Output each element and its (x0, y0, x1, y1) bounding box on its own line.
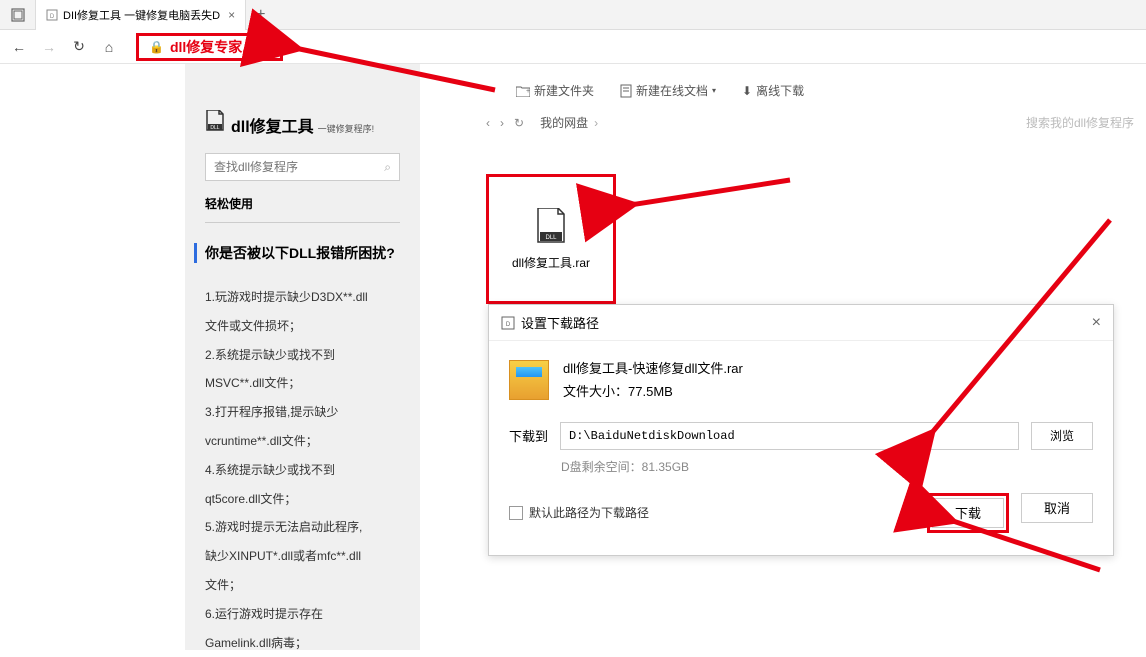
url-highlight-box: 🔒 dll修复专家.site (136, 33, 283, 61)
easy-use-heading: 轻松使用 (205, 195, 400, 223)
browser-tab[interactable]: D DII修复工具 一键修复电脑丢失D × (36, 0, 246, 30)
list-item: 1.玩游戏时提示缺少D3DX**.dll (205, 283, 400, 312)
home-button[interactable]: ⌂ (94, 32, 124, 62)
breadcrumb-path[interactable]: 我的网盘 (540, 114, 588, 131)
svg-text:D: D (50, 14, 55, 20)
logo-title: dll修复工具 (231, 113, 314, 137)
download-highlight: 下载 (927, 493, 1009, 533)
offline-download-button[interactable]: ⬇ 离线下载 (742, 82, 804, 99)
bc-back-icon[interactable]: ‹ (486, 116, 490, 130)
bc-forward-icon[interactable]: › (500, 116, 504, 130)
dialog-title: 设置下载路径 (521, 313, 599, 332)
rar-archive-icon (509, 360, 549, 400)
download-path-input[interactable] (560, 422, 1019, 450)
list-item: 文件； (205, 571, 400, 600)
dll-logo-icon: DLL (205, 110, 225, 132)
browse-button[interactable]: 浏览 (1031, 422, 1093, 450)
file-size: 77.5MB (628, 384, 673, 399)
new-doc-button[interactable]: 新建在线文档 ▾ (620, 82, 716, 99)
list-item: vcruntime**.dll文件； (205, 427, 400, 456)
list-item: 5.游戏时提示无法启动此程序, (205, 513, 400, 542)
file-name: dll修复工具.rar (512, 254, 590, 271)
dialog-file-name: dll修复工具-快速修复dll文件.rar (563, 357, 743, 380)
back-button[interactable]: ← (4, 32, 34, 62)
download-dialog: D 设置下载路径 × dll修复工具-快速修复dll文件.rar 文件大小：77… (488, 304, 1114, 556)
space-value: 81.35GB (642, 460, 689, 474)
breadcrumb-row: ‹ › ↻ 我的网盘 › 搜索我的dll修复程序 (486, 114, 1134, 131)
svg-text:+: + (526, 88, 530, 95)
search-icon[interactable]: ⌕ (384, 160, 391, 175)
folder-plus-icon: + (516, 85, 530, 97)
refresh-button[interactable]: ↻ (64, 32, 94, 62)
svg-text:DLL: DLL (545, 235, 557, 241)
default-path-label: 默认此路径为下载路径 (529, 504, 649, 521)
new-folder-button[interactable]: + 新建文件夹 (516, 82, 594, 99)
doc-icon (620, 84, 632, 98)
svg-text:D: D (506, 322, 511, 328)
lock-icon: 🔒 (149, 40, 164, 54)
search-input[interactable] (214, 160, 384, 174)
close-icon[interactable]: × (228, 8, 235, 22)
list-item: 文件或文件损坏； (205, 312, 400, 341)
question-heading: 你是否被以下DLL报错所困扰? (194, 243, 400, 263)
list-item: 缺少XINPUT*.dll或者mfc**.dll (205, 542, 400, 571)
tab-manager-icon[interactable] (0, 0, 36, 30)
breadcrumb-search[interactable]: 搜索我的dll修复程序 (1026, 114, 1134, 131)
list-item: 3.打开程序报错,提示缺少 (205, 398, 400, 427)
svg-text:DLL: DLL (210, 125, 219, 131)
new-tab-button[interactable]: + (246, 6, 275, 24)
file-item[interactable]: DLL dll修复工具.rar (486, 174, 616, 304)
list-item: qt5core.dll文件； (205, 485, 400, 514)
list-item: Gamelink.dll病毒； (205, 629, 400, 657)
rar-file-icon: DLL (536, 208, 566, 244)
file-size-label: 文件大小： (563, 384, 628, 399)
list-item: 4.系统提示缺少或找不到 (205, 456, 400, 485)
logo-subtitle: 一键修复程序! (318, 122, 375, 135)
list-item: MSVC**.dll文件； (205, 369, 400, 398)
download-to-label: 下载到 (509, 426, 548, 445)
download-icon: ⬇ (742, 84, 752, 98)
sidebar-search[interactable]: ⌕ (205, 153, 400, 181)
error-list: 1.玩游戏时提示缺少D3DX**.dll 文件或文件损坏； 2.系统提示缺少或找… (205, 283, 400, 657)
browser-tabs: D DII修复工具 一键修复电脑丢失D × + (0, 0, 1146, 30)
cancel-button[interactable]: 取消 (1021, 493, 1093, 523)
sidebar: DLL dll修复工具 一键修复程序! ⌕ 轻松使用 你是否被以下DLL报错所困… (185, 64, 420, 650)
list-item: 2.系统提示缺少或找不到 (205, 341, 400, 370)
dialog-icon: D (501, 316, 515, 330)
browser-url-bar: ← → ↻ ⌂ 🔒 dll修复专家.site (0, 30, 1146, 64)
bc-refresh-icon[interactable]: ↻ (514, 116, 524, 130)
cloud-toolbar: + 新建文件夹 新建在线文档 ▾ ⬇ 离线下载 (516, 82, 804, 99)
url-text[interactable]: dll修复专家.site (170, 37, 270, 57)
default-path-checkbox[interactable] (509, 506, 523, 520)
tab-title: DII修复工具 一键修复电脑丢失D (63, 7, 220, 23)
forward-button[interactable]: → (34, 32, 64, 62)
dialog-close-button[interactable]: × (1092, 314, 1101, 332)
chevron-down-icon: ▾ (712, 86, 716, 95)
list-item: 6.运行游戏时提示存在 (205, 600, 400, 629)
main-area: + 新建文件夹 新建在线文档 ▾ ⬇ 离线下载 ‹ › ↻ 我的网盘 › 搜索我… (420, 64, 1146, 650)
download-button[interactable]: 下载 (932, 498, 1004, 528)
space-label: D盘剩余空间： (561, 460, 642, 474)
